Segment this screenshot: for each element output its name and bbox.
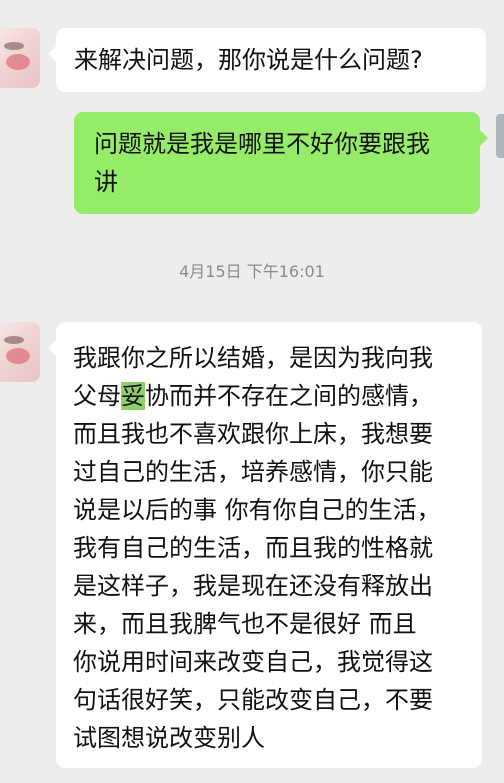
contact-avatar[interactable] (0, 322, 40, 382)
message-bubble-received-1[interactable]: 来解决问题，那你说是什么问题? (48, 28, 486, 92)
message-text: 而且我也不喜欢跟你上床，我想要 (73, 420, 433, 448)
message-bubble-sent[interactable]: 问题就是我是哪里不好你要跟我 讲 (74, 112, 488, 214)
message-text: 你说用时间来改变自己，我觉得这 (73, 648, 433, 676)
text-segment: 协而并不存在之间的感情， (145, 382, 433, 410)
timestamp: 4月15日 下午16:01 (179, 262, 325, 281)
message-text: 我跟你之所以结婚，是因为我向我 (73, 344, 433, 372)
message-text: 来解决问题，那你说是什么问题? (74, 46, 423, 74)
message-bubble-received-2[interactable]: 我跟你之所以结婚，是因为我向我 父母妥协而并不存在之间的感情， 而且我也不喜欢跟… (48, 322, 482, 768)
self-avatar[interactable] (496, 114, 504, 158)
message-text: 问题就是我是哪里不好你要跟我 (94, 130, 430, 158)
message-text: 说是以后的事 你有你自己的生活， (73, 496, 441, 524)
message-text: 试图想说改变别人 (73, 724, 265, 752)
avatar-blush (6, 348, 30, 364)
message-text: 讲 (94, 168, 118, 196)
message-text: 父母妥协而并不存在之间的感情， (73, 377, 465, 415)
message-text: 来，而且我脾气也不是很好 而且 (73, 610, 417, 638)
message-text: 我有自己的生活，而且我的性格就 (73, 534, 433, 562)
text-segment: 父母 (73, 382, 121, 410)
message-text: 过自己的生活，培养感情，你只能 (73, 458, 433, 486)
highlighted-character[interactable]: 妥 (121, 382, 145, 410)
contact-avatar[interactable] (0, 28, 40, 88)
message-text: 句话很好笑，只能改变自己，不要 (73, 686, 433, 714)
avatar-blush (6, 54, 30, 70)
avatar-eye (4, 336, 24, 344)
avatar-eye (4, 42, 24, 50)
message-text: 是这样子，我是现在还没有释放出 (73, 572, 433, 600)
